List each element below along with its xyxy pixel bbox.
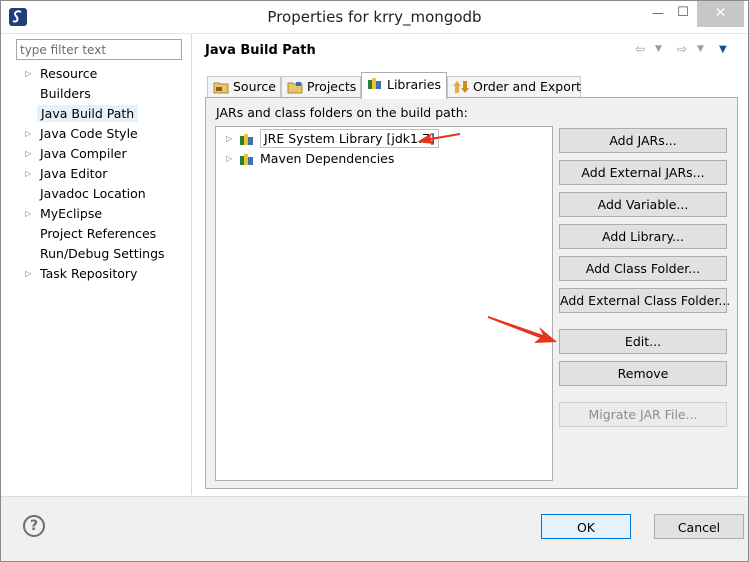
tree-item-java-code-style[interactable]: ▷ Java Code Style — [8, 124, 192, 144]
tree-item-javadoc-location[interactable]: Javadoc Location — [8, 184, 192, 204]
tree-item-label: Java Compiler — [40, 146, 127, 161]
maximize-button[interactable]: ☐ — [670, 1, 696, 27]
title-bar[interactable]: Properties for krry_mongodb — ☐ ✕ — [1, 1, 748, 34]
tree-item-run-debug-settings[interactable]: Run/Debug Settings — [8, 244, 192, 264]
tree-item-label: Javadoc Location — [40, 186, 146, 201]
tree-item-label: MyEclipse — [40, 206, 103, 221]
expand-arrow-icon[interactable]: ▷ — [25, 64, 31, 84]
order-export-icon — [453, 81, 469, 93]
property-pages-pane: ▷ Resource Builders Java Build Path ▷ Java… — [8, 34, 192, 495]
window-title: Properties for krry_mongodb — [267, 8, 482, 26]
expand-arrow-icon[interactable]: ▷ — [226, 129, 232, 149]
library-books-icon — [368, 78, 381, 89]
tree-item-java-build-path[interactable]: Java Build Path — [8, 104, 192, 124]
expand-arrow-icon[interactable]: ▷ — [226, 149, 232, 169]
tab-label: Libraries — [387, 77, 441, 92]
forward-menu-chevron-icon[interactable]: ▼ — [697, 44, 704, 54]
property-pages-tree: ▷ Resource Builders Java Build Path ▷ Java… — [8, 64, 192, 284]
expand-arrow-icon[interactable]: ▷ — [25, 264, 31, 284]
minimize-icon: — — [652, 6, 664, 20]
close-icon: ✕ — [714, 5, 727, 21]
ok-button[interactable]: OK — [541, 514, 631, 539]
tree-item-label: Project References — [40, 226, 157, 241]
filter-input[interactable] — [16, 39, 182, 60]
source-folder-icon — [213, 82, 229, 94]
close-button[interactable]: ✕ — [697, 1, 744, 27]
tab-label: Source — [233, 79, 276, 94]
properties-dialog: Properties for krry_mongodb — ☐ ✕ ▷ Resou… — [0, 0, 749, 562]
tab-label: Projects — [307, 79, 357, 94]
minimize-button[interactable]: — — [646, 1, 670, 27]
add-variable-button[interactable]: Add Variable... — [559, 192, 727, 217]
tree-item-label: Builders — [40, 86, 91, 101]
tab-projects[interactable]: Projects — [281, 76, 361, 98]
tab-order-and-export[interactable]: Order and Export — [447, 76, 581, 98]
expand-arrow-icon[interactable]: ▷ — [25, 124, 31, 144]
maximize-icon: ☐ — [677, 5, 689, 20]
back-arrow-icon[interactable]: ⇦ — [635, 42, 645, 56]
tree-item-java-compiler[interactable]: ▷ Java Compiler — [8, 144, 192, 164]
migrate-jar-file-button[interactable]: Migrate JAR File... — [559, 402, 727, 427]
tree-item-project-references[interactable]: Project References — [8, 224, 192, 244]
add-jars-button[interactable]: Add JARs... — [559, 128, 727, 153]
build-path-libraries-list[interactable]: ▷ JRE System Library [jdk1.7] ▷ Maven De… — [215, 126, 553, 481]
tree-item-builders[interactable]: Builders — [8, 84, 192, 104]
add-library-button[interactable]: Add Library... — [559, 224, 727, 249]
libraries-tab-panel: JARs and class folders on the build path… — [205, 97, 738, 489]
library-books-icon — [240, 154, 253, 165]
library-books-icon — [240, 134, 253, 145]
expand-arrow-icon[interactable]: ▷ — [25, 144, 31, 164]
help-icon[interactable]: ? — [23, 515, 45, 537]
tree-item-java-editor[interactable]: ▷ Java Editor — [8, 164, 192, 184]
project-folder-icon — [287, 82, 303, 94]
view-menu-icon[interactable]: ▼ — [719, 44, 727, 55]
tree-item-label: Java Code Style — [40, 126, 138, 141]
expand-arrow-icon[interactable]: ▷ — [25, 204, 31, 224]
build-path-list-label: JARs and class folders on the build path… — [216, 105, 468, 120]
forward-arrow-icon[interactable]: ⇨ — [677, 42, 687, 56]
dialog-button-bar: ? OK Cancel — [1, 496, 748, 561]
cancel-button[interactable]: Cancel — [654, 514, 744, 539]
tab-label: Order and Export — [473, 79, 581, 94]
tree-item-task-repository[interactable]: ▷ Task Repository — [8, 264, 192, 284]
tree-item-resource[interactable]: ▷ Resource — [8, 64, 192, 84]
tree-item-label: Java Build Path — [37, 105, 139, 122]
tab-source[interactable]: Source — [207, 76, 281, 98]
tree-item-myeclipse[interactable]: ▷ MyEclipse — [8, 204, 192, 224]
tree-item-label: Task Repository — [40, 266, 138, 281]
edit-button[interactable]: Edit... — [559, 329, 727, 354]
add-external-jars-button[interactable]: Add External JARs... — [559, 160, 727, 185]
history-navigation: ⇦ ▼ ⇨ ▼ ▼ — [635, 42, 735, 58]
java-build-path-page: Java Build Path ⇦ ▼ ⇨ ▼ ▼ Source Project… — [193, 34, 748, 495]
remove-button[interactable]: Remove — [559, 361, 727, 386]
tree-item-label: Resource — [40, 66, 98, 81]
tree-item-label: Java Editor — [40, 166, 108, 181]
expand-arrow-icon[interactable]: ▷ — [25, 164, 31, 184]
add-class-folder-button[interactable]: Add Class Folder... — [559, 256, 727, 281]
tab-libraries[interactable]: Libraries — [361, 72, 447, 99]
list-item-label: Maven Dependencies — [260, 151, 395, 166]
list-item-label: JRE System Library [jdk1.7] — [260, 129, 439, 148]
add-external-class-folder-button[interactable]: Add External Class Folder... — [559, 288, 730, 313]
tree-item-label: Run/Debug Settings — [40, 246, 165, 261]
page-title: Java Build Path — [205, 43, 316, 58]
back-menu-chevron-icon[interactable]: ▼ — [655, 44, 662, 54]
